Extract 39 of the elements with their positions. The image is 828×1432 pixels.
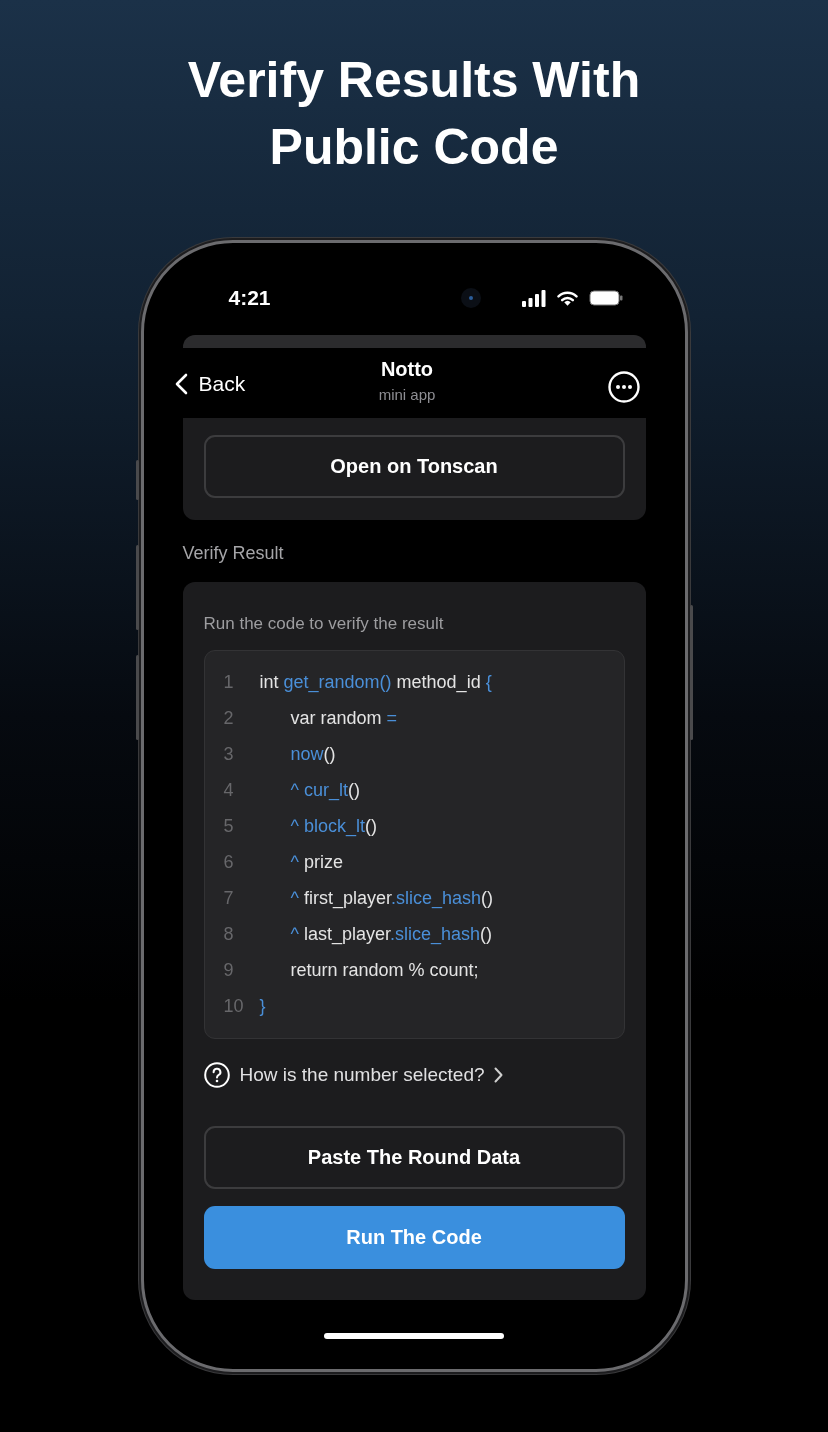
line-number: 6 — [223, 851, 235, 874]
battery-icon — [588, 290, 623, 306]
code-line: } — [259, 995, 266, 1018]
help-link[interactable]: How is the number selected? — [239, 1063, 485, 1087]
code-line: ^ cur_lt() — [290, 779, 360, 802]
line-number: 5 — [223, 815, 235, 838]
instruction-text: Run the code to verify the result — [203, 614, 445, 634]
line-number: 7 — [223, 887, 235, 910]
code-line: var random = — [290, 707, 398, 730]
line-number: 4 — [223, 779, 235, 802]
chevron-left-icon — [174, 373, 188, 395]
code-line: ^ prize — [290, 851, 343, 874]
app-title: Notto — [380, 357, 434, 382]
app-subtitle: mini app — [378, 385, 436, 405]
code-line: now() — [290, 743, 336, 766]
question-icon — [203, 1062, 230, 1088]
line-number: 9 — [223, 959, 235, 982]
more-icon[interactable] — [607, 371, 640, 403]
line-number: 2 — [223, 707, 235, 730]
line-number: 10 — [223, 995, 245, 1018]
code-line: ^ first_player.slice_hash() — [290, 887, 494, 910]
section-label: Verify Result — [182, 543, 285, 563]
line-number: 1 — [223, 671, 235, 694]
line-number: 3 — [223, 743, 235, 766]
signal-icon — [521, 289, 546, 307]
code-line: ^ block_lt() — [290, 815, 377, 838]
wifi-icon — [556, 290, 578, 306]
chevron-right-icon — [493, 1067, 503, 1083]
line-number: 8 — [223, 923, 235, 946]
code-line: int get_random() method_id { — [259, 671, 492, 694]
back-button[interactable]: Back — [174, 372, 246, 396]
phone-side-key — [135, 460, 139, 500]
paste-data-button[interactable]: Paste The Round Data — [203, 1126, 625, 1189]
headline: Verify Results With Public Code — [186, 51, 642, 177]
camera-lens-icon — [460, 288, 481, 308]
status-time: 4:21 — [228, 285, 271, 311]
code-line: return random % count; — [290, 959, 479, 982]
open-tonscan-button[interactable]: Open on Tonscan — [203, 435, 625, 498]
code-line: ^ last_player.slice_hash() — [290, 923, 493, 946]
